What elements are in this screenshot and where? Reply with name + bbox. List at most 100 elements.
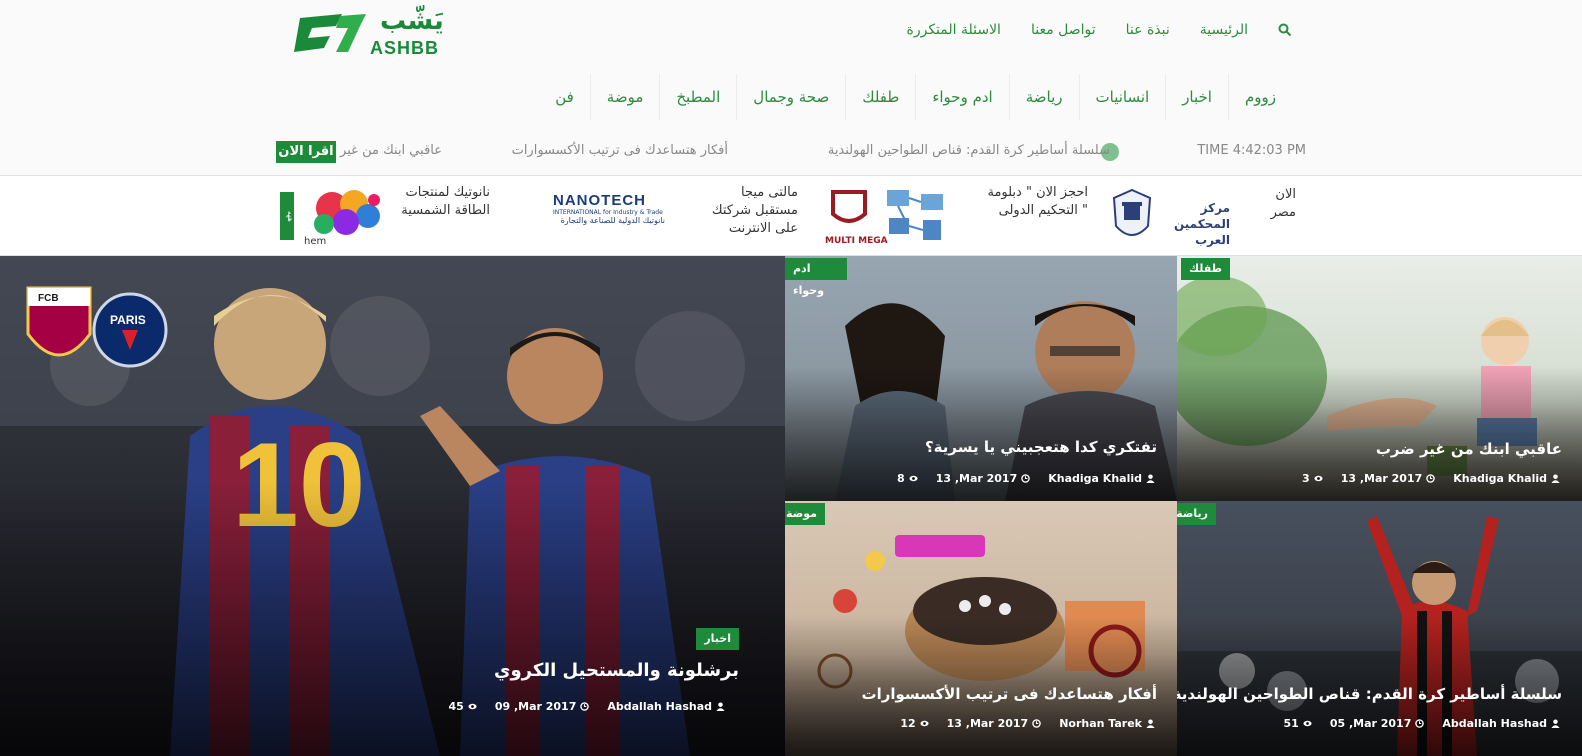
date-meta: 13 ,Mar 2017 [1341, 472, 1436, 485]
shield-icon [1112, 188, 1152, 236]
clock-icon [1032, 719, 1041, 728]
category-kitchen[interactable]: المطبخ [659, 74, 736, 120]
logo-mark-icon [294, 14, 366, 52]
user-icon [1146, 474, 1155, 483]
category-zoom[interactable]: زووم [1227, 74, 1292, 120]
sponsor-text[interactable]: الان مصر [1271, 186, 1296, 222]
category-news[interactable]: اخبار [1165, 74, 1228, 120]
clock-icon [1415, 719, 1425, 728]
article-meta: Norhan Tarek 13 ,Mar 2017 12 [900, 717, 1155, 730]
user-icon [716, 702, 725, 711]
article-author[interactable]: Abdallah Hashad [1442, 717, 1547, 730]
category-sports[interactable]: رياضة [1008, 74, 1079, 120]
top-navigation: الرئيسية نبذة عنا تواصل معنا الاسئلة الم… [907, 22, 1293, 38]
crest-right-text: PARIS [110, 313, 146, 327]
category-fashion[interactable]: موضة [589, 74, 660, 120]
multi-mega-logo[interactable]: MULTI MEGA [825, 184, 955, 248]
nav-about[interactable]: نبذة عنا [1126, 22, 1170, 38]
site-header: يَشّب ASHBB الرئيسية نبذة عنا تواصل معنا… [0, 0, 1582, 176]
article-title[interactable]: عاقبي ابنك من غير ضرب [1376, 440, 1562, 458]
category-health-beauty[interactable]: صحة وجمال [736, 74, 845, 120]
views-meta: 3 [1302, 472, 1323, 485]
featured-article[interactable]: ادم وحواء تفتكري كدا هتعجبيني يا يسرية؟ … [785, 256, 1177, 501]
article-date: 13 ,Mar 2017 [935, 472, 1018, 485]
nanotech-logo-text: NANOTECH [553, 192, 646, 209]
crest-left-text: FCB [38, 293, 59, 304]
featured-article[interactable]: موضة أفكار هتساعدك فى ترتيب الأكسسوارات … [785, 501, 1177, 756]
article-title[interactable]: تفتكري كدا هتعجبيني يا يسرية؟ [925, 438, 1157, 456]
featured-article[interactable]: رياضة سلسلة أساطير كرة القدم: قناص الطوا… [1177, 501, 1582, 756]
nav-faq[interactable]: الاسئلة المتكررة [907, 22, 1001, 38]
article-views: 45 [448, 700, 464, 713]
article-meta: Abdallah Hashad 09 ,Mar 2017 45 [449, 700, 726, 713]
user-icon [1146, 719, 1155, 728]
clock-icon [1426, 474, 1436, 483]
author-meta: Khadiga Khalid [1453, 472, 1560, 485]
eye-icon [468, 703, 477, 710]
category-badge[interactable]: موضة [785, 503, 825, 525]
hem-side-label: ههه [280, 192, 294, 240]
featured-grid: 10 FCB PARIS اخبار برشلونة والمستحيل ال [0, 256, 1582, 756]
ticker-item[interactable]: عاقبي ابنك من غير [340, 143, 442, 158]
category-adam-eve[interactable]: ادم وحواء [915, 74, 1008, 120]
sponsor-text[interactable]: نانوتيك لمنتجات الطاقة الشمسية [401, 184, 490, 220]
article-date: 09 ,Mar 2017 [494, 700, 577, 713]
article-meta: Abdallah Hashad 05 ,Mar 2017 51 [1284, 717, 1561, 730]
multi-mega-logo-text: MULTI MEGA [825, 236, 888, 246]
author-meta: Khadiga Khalid [1048, 472, 1155, 485]
nav-contact[interactable]: تواصل معنا [1031, 22, 1096, 38]
date-meta: 05 ,Mar 2017 [1330, 717, 1425, 730]
category-badge[interactable]: اخبار [696, 628, 739, 650]
article-author[interactable]: Khadiga Khalid [1048, 472, 1142, 485]
article-meta: Khadiga Khalid 13 ,Mar 2017 3 [1302, 472, 1560, 485]
category-badge[interactable]: رياضة [1177, 503, 1216, 525]
category-humanities[interactable]: انسانيات [1078, 74, 1166, 120]
category-art[interactable]: فن [539, 74, 590, 120]
ticker-item[interactable]: أفكار هتساعدك فى ترتيب الأكسسوارات [512, 143, 728, 158]
sponsor-text[interactable]: مالتى ميجا مستقبل شركتك على الانترنت [712, 184, 798, 238]
arab-arbitrators-logo-text: مركز المحكمين العرب [1173, 201, 1230, 247]
article-meta: Khadiga Khalid 13 ,Mar 2017 8 [897, 472, 1155, 485]
category-navigation: زووم اخبار انسانيات رياضة ادم وحواء طفلك… [539, 74, 1292, 120]
author-meta: Abdallah Hashad [1442, 717, 1560, 730]
featured-article[interactable]: طفلك عاقبي ابنك من غير ضرب Khadiga Khali… [1177, 256, 1582, 501]
article-title[interactable]: سلسلة أساطير كرة القدم: قناص الطواحين ال… [1177, 685, 1562, 703]
clock-icon [1021, 474, 1031, 483]
nav-home[interactable]: الرئيسية [1200, 22, 1248, 38]
logo-latin-text: ASHBB [370, 38, 440, 58]
author-meta: Abdallah Hashad [607, 700, 725, 713]
article-author[interactable]: Norhan Tarek [1059, 717, 1142, 730]
eye-icon [909, 475, 918, 482]
hem-logo[interactable]: ههه hem [278, 186, 394, 248]
article-views: 12 [900, 717, 916, 730]
nanotech-logo[interactable]: NANOTECH INTERNATIONAL for Industry & Tr… [553, 192, 665, 242]
views-meta: 45 [449, 700, 477, 713]
article-title[interactable]: أفكار هتساعدك فى ترتيب الأكسسوارات [862, 685, 1157, 703]
logo-arabic-text: يَشّب [380, 6, 444, 36]
category-badge[interactable]: طفلك [1180, 258, 1230, 280]
article-author[interactable]: Abdallah Hashad [607, 700, 712, 713]
eye-icon [1303, 720, 1312, 727]
date-meta: 09 ,Mar 2017 [495, 700, 590, 713]
ticker-clock: TIME 4:42:03 PM [1197, 143, 1306, 158]
read-now-button[interactable]: اقرا الان [276, 141, 336, 163]
club-crests-icon: FCB PARIS [26, 286, 168, 368]
search-icon[interactable] [1278, 23, 1292, 37]
article-date: 13 ,Mar 2017 [946, 717, 1029, 730]
ticker-item[interactable]: سلسلة أساطير كرة القدم: قناص الطواحين ال… [828, 143, 1110, 158]
sponsor-text[interactable]: احجز الان " دبلومة " التحكيم الدولى [987, 184, 1088, 220]
article-title[interactable]: برشلونة والمستحيل الكروي [494, 660, 739, 681]
user-icon [1551, 719, 1560, 728]
news-ticker: TIME 4:42:03 PM سلسلة أساطير كرة القدم: … [276, 140, 1306, 164]
featured-article-main[interactable]: 10 FCB PARIS اخبار برشلونة والمستحيل ال [0, 256, 785, 756]
sponsors-strip: الان مصر مركز المحكمين العرب احجز الان "… [0, 176, 1582, 256]
category-badge[interactable]: ادم وحواء [785, 258, 847, 297]
article-date: 05 ,Mar 2017 [1329, 717, 1412, 730]
views-meta: 12 [900, 717, 929, 730]
card-gradient [0, 481, 785, 756]
article-author[interactable]: Khadiga Khalid [1453, 472, 1547, 485]
site-logo[interactable]: يَشّب ASHBB [290, 6, 470, 58]
nanotech-logo-arabic: نانوتيك الدولية للصناعة والتجارة [560, 216, 665, 225]
category-kids[interactable]: طفلك [845, 74, 915, 120]
arab-arbitrators-logo[interactable]: مركز المحكمين العرب [1110, 188, 1230, 247]
